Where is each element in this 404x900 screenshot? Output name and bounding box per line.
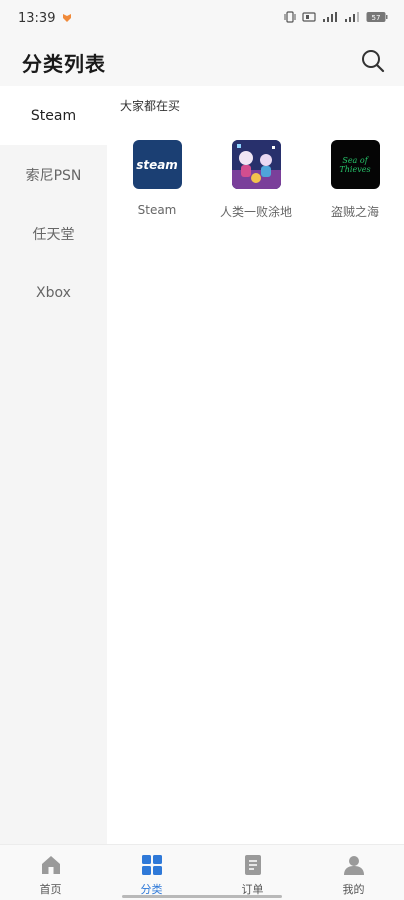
product-thumbnail xyxy=(231,140,281,189)
game-art-image xyxy=(231,140,281,189)
vibrate-icon xyxy=(284,11,296,23)
home-icon xyxy=(41,856,60,874)
nav-orders[interactable]: 订单 xyxy=(202,845,303,900)
product-human-fall-flat[interactable]: 人类一败涂地 xyxy=(206,140,306,220)
sidebar-item-label: 任天堂 xyxy=(32,226,75,243)
sidebar-item-xbox[interactable]: Xbox xyxy=(0,263,107,322)
nav-profile[interactable]: 我的 xyxy=(303,845,404,900)
nav-home[interactable]: 首页 xyxy=(0,845,101,900)
sidebar-item-nintendo[interactable]: 任天堂 xyxy=(0,204,107,263)
product-sea-of-thieves[interactable]: Sea of Thieves 盗贼之海 xyxy=(305,140,404,220)
product-name: 人类一败涂地 xyxy=(219,205,292,219)
product-thumbnail: steam xyxy=(132,140,182,189)
search-icon[interactable] xyxy=(360,48,386,74)
battery-icon: 57 xyxy=(366,12,388,22)
nav-category[interactable]: 分类 xyxy=(101,845,202,900)
battery-level: 57 xyxy=(372,14,381,22)
thumbnail-logo-text: Sea of Thieves xyxy=(339,155,371,174)
sidebar-item-psn[interactable]: 索尼PSN xyxy=(0,145,107,204)
product-name: Steam xyxy=(137,203,177,217)
app-notification-icon xyxy=(63,14,71,22)
app-header: 分类列表 xyxy=(0,40,404,86)
sidebar-item-label: 索尼PSN xyxy=(25,167,82,184)
product-name: 盗贼之海 xyxy=(330,205,379,219)
page-title: 分类列表 xyxy=(22,52,106,76)
nav-label: 我的 xyxy=(342,883,365,896)
thumbnail-logo-text: steam xyxy=(136,157,178,172)
bottom-nav: 首页 分类 订单 我的 xyxy=(0,844,404,900)
category-sidebar: Steam 索尼PSN 任天堂 Xbox xyxy=(0,86,107,844)
signal-icon xyxy=(323,12,337,22)
category-content: 大家都在买 steam Steam 人类一败涂地 Sea of Thieves xyxy=(107,86,404,844)
status-time: 13:39 xyxy=(18,11,56,26)
status-icons: 57 xyxy=(284,11,388,23)
status-bar: 13:39 57 xyxy=(0,0,404,40)
sidebar-item-label: Xbox xyxy=(36,284,71,301)
sidebar-item-steam[interactable]: Steam xyxy=(0,86,107,145)
volte-icon xyxy=(302,12,316,22)
section-title: 大家都在买 xyxy=(120,99,181,113)
nav-label: 首页 xyxy=(39,883,62,896)
grid-icon xyxy=(141,855,162,875)
document-icon xyxy=(244,855,261,875)
signal-icon xyxy=(345,12,359,22)
user-icon xyxy=(343,856,364,875)
home-indicator[interactable] xyxy=(122,895,282,898)
product-thumbnail: Sea of Thieves xyxy=(330,140,380,189)
product-steam[interactable]: steam Steam xyxy=(107,140,207,217)
sidebar-item-label: Steam xyxy=(30,107,77,124)
